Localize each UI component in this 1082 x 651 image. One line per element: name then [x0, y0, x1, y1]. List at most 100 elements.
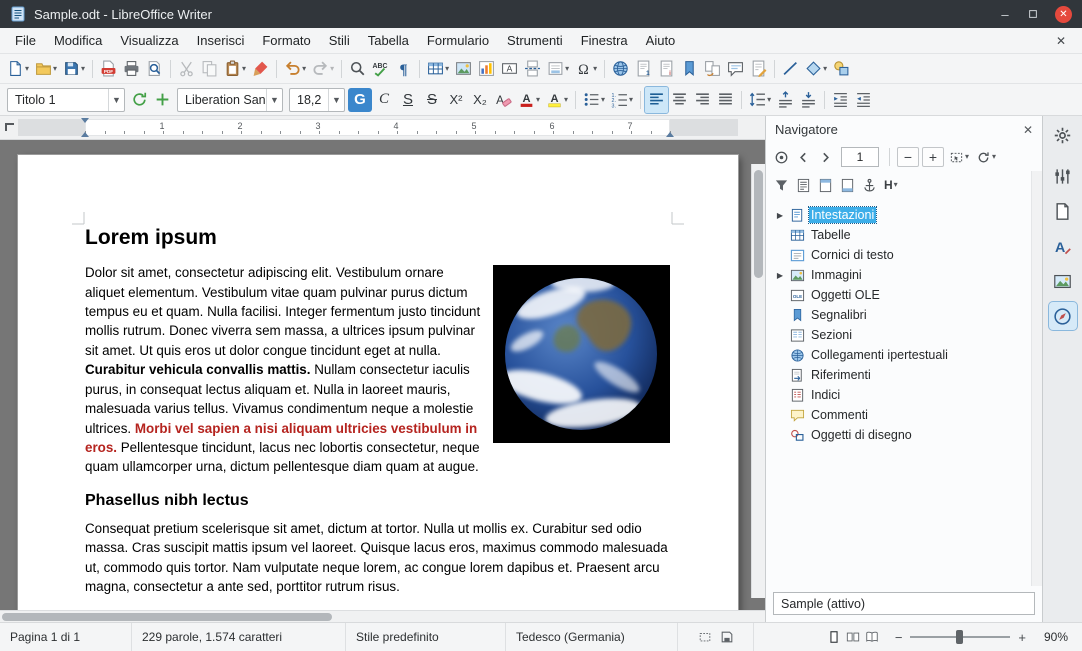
expander-icon[interactable]: ▶ [774, 211, 786, 220]
minimize-button[interactable]: – [995, 4, 1015, 24]
vertical-scrollbar[interactable] [751, 164, 765, 598]
zoom-slider[interactable] [910, 636, 1010, 638]
document-page[interactable]: Lorem ipsum Dolor sit amet, consectetur … [18, 155, 738, 610]
increase-paragraph-spacing-button[interactable] [774, 87, 797, 113]
open-button[interactable]: ▾ [32, 56, 60, 82]
insert-line-button[interactable] [779, 56, 802, 82]
menu-stili[interactable]: Stili [320, 30, 359, 51]
status-word-count[interactable]: 229 parole, 1.574 caratteri [132, 623, 346, 651]
menu-finestra[interactable]: Finestra [572, 30, 637, 51]
expander-icon[interactable]: ▶ [774, 271, 786, 280]
navigator-item-tabelle[interactable]: Tabelle [774, 225, 1028, 245]
sidebar-tab-styles[interactable]: A [1049, 232, 1077, 260]
zoom-slider-thumb[interactable] [956, 630, 963, 644]
status-language[interactable]: Tedesco (Germania) [506, 623, 678, 651]
insert-comment-button[interactable] [724, 56, 747, 82]
anchor-text-button[interactable] [860, 173, 879, 197]
copy-button[interactable] [198, 56, 221, 82]
undo-button[interactable]: ▾ [281, 56, 309, 82]
navigator-item-commenti[interactable]: Commenti [774, 405, 1028, 425]
chevron-down-icon[interactable]: ▼ [266, 89, 282, 111]
formatting-marks-button[interactable]: ¶ [392, 56, 415, 82]
menu-formato[interactable]: Formato [253, 30, 319, 51]
navigator-item-indici[interactable]: Indici [774, 385, 1028, 405]
book-view-icon[interactable] [865, 630, 879, 644]
basic-shapes-button[interactable]: ▾ [802, 56, 830, 82]
decrease-paragraph-spacing-button[interactable] [797, 87, 820, 113]
insert-special-character-button[interactable]: Ω▾ [572, 56, 600, 82]
navigator-item-oggetti-ole[interactable]: OLEOggetti OLE [774, 285, 1028, 305]
earth-image[interactable] [493, 265, 670, 443]
menu-file[interactable]: File [6, 30, 45, 51]
document-canvas[interactable]: Lorem ipsum Dolor sit amet, consectetur … [0, 140, 765, 610]
line-spacing-button[interactable]: ▾ [746, 87, 774, 113]
multi-page-view-icon[interactable] [846, 630, 860, 644]
zoom-percentage[interactable]: 90% [1034, 623, 1082, 651]
align-right-button[interactable] [691, 87, 714, 113]
insert-page-break-button[interactable] [521, 56, 544, 82]
track-changes-button[interactable] [747, 56, 770, 82]
first-line-indent-marker[interactable] [81, 118, 89, 127]
insert-endnote-button[interactable]: i [655, 56, 678, 82]
align-justify-button[interactable] [714, 87, 737, 113]
navigator-item-intestazioni[interactable]: ▶Intestazioni [774, 205, 1028, 225]
single-page-view-icon[interactable] [827, 630, 841, 644]
update-button[interactable]: ▾ [974, 145, 998, 169]
bold-button[interactable]: G [348, 88, 372, 112]
promote-level-button[interactable]: − [897, 147, 919, 167]
sidebar-tab-sidebar-settings[interactable] [1049, 121, 1077, 149]
right-indent-marker[interactable] [666, 128, 674, 137]
navigator-item-sezioni[interactable]: Sezioni [774, 325, 1028, 345]
horizontal-scrollbar[interactable] [0, 610, 765, 622]
new-document-button[interactable]: ▾ [4, 56, 32, 82]
sidebar-tab-page[interactable] [1049, 197, 1077, 225]
close-button[interactable]: ✕ [1055, 6, 1072, 23]
align-left-button[interactable] [645, 87, 668, 113]
horizontal-scrollbar-thumb[interactable] [2, 613, 332, 621]
vertical-scrollbar-thumb[interactable] [754, 170, 763, 278]
footer-button[interactable] [838, 173, 857, 197]
italic-button[interactable]: C [372, 88, 396, 112]
navigator-item-segnalibri[interactable]: Segnalibri [774, 305, 1028, 325]
insert-image-button[interactable] [452, 56, 475, 82]
status-page-style[interactable]: Stile predefinito [346, 623, 506, 651]
underline-button[interactable]: S [396, 88, 420, 112]
chevron-down-icon[interactable]: ▼ [108, 89, 124, 111]
navigator-item-immagini[interactable]: ▶Immagini [774, 265, 1028, 285]
navigator-item-collegamenti-ipertestuali[interactable]: Collegamenti ipertestuali [774, 345, 1028, 365]
insert-cross-reference-button[interactable] [701, 56, 724, 82]
insert-table-button[interactable]: ▾ [424, 56, 452, 82]
status-page-count[interactable]: Pagina 1 di 1 [0, 623, 132, 651]
menu-strumenti[interactable]: Strumenti [498, 30, 572, 51]
update-style-button[interactable] [128, 87, 151, 113]
left-indent-marker[interactable] [81, 128, 89, 137]
paste-button[interactable]: ▾ [221, 56, 249, 82]
clone-formatting-button[interactable] [249, 56, 272, 82]
show-draw-functions-button[interactable] [830, 56, 853, 82]
close-document-button[interactable]: ✕ [1046, 34, 1076, 48]
chevron-down-icon[interactable]: ▼ [328, 89, 344, 111]
align-center-button[interactable] [668, 87, 691, 113]
paragraph-style-combo[interactable]: Titolo 1▼ [7, 88, 125, 112]
sidebar-tab-gallery[interactable] [1049, 267, 1077, 295]
navigator-close-button[interactable]: ✕ [1023, 123, 1033, 137]
new-style-button[interactable] [151, 87, 174, 113]
selection-mode-icon[interactable] [698, 630, 712, 644]
unordered-list-button[interactable]: ▾ [580, 87, 608, 113]
navigator-item-cornici-di-testo[interactable]: Cornici di testo [774, 245, 1028, 265]
font-size-combo[interactable]: 18,2▼ [289, 88, 345, 112]
spelling-button[interactable]: ABC [369, 56, 392, 82]
insert-textbox-button[interactable]: A [498, 56, 521, 82]
export-pdf-button[interactable]: PDF [97, 56, 120, 82]
find-replace-button[interactable] [346, 56, 369, 82]
insert-hyperlink-button[interactable] [609, 56, 632, 82]
increase-indent-button[interactable] [829, 87, 852, 113]
zoom-out-button[interactable]: − [895, 630, 903, 645]
page-number-spinner[interactable]: 1 [841, 147, 879, 167]
highlight-color-button[interactable]: A▾ [543, 87, 571, 113]
previous-button[interactable] [794, 145, 813, 169]
subscript-button[interactable]: X₂ [468, 88, 492, 112]
drag-mode-button[interactable]: ▾ [947, 145, 971, 169]
navigator-item-oggetti-di-disegno[interactable]: Oggetti di disegno [774, 425, 1028, 445]
document-modified-icon[interactable] [720, 630, 734, 644]
